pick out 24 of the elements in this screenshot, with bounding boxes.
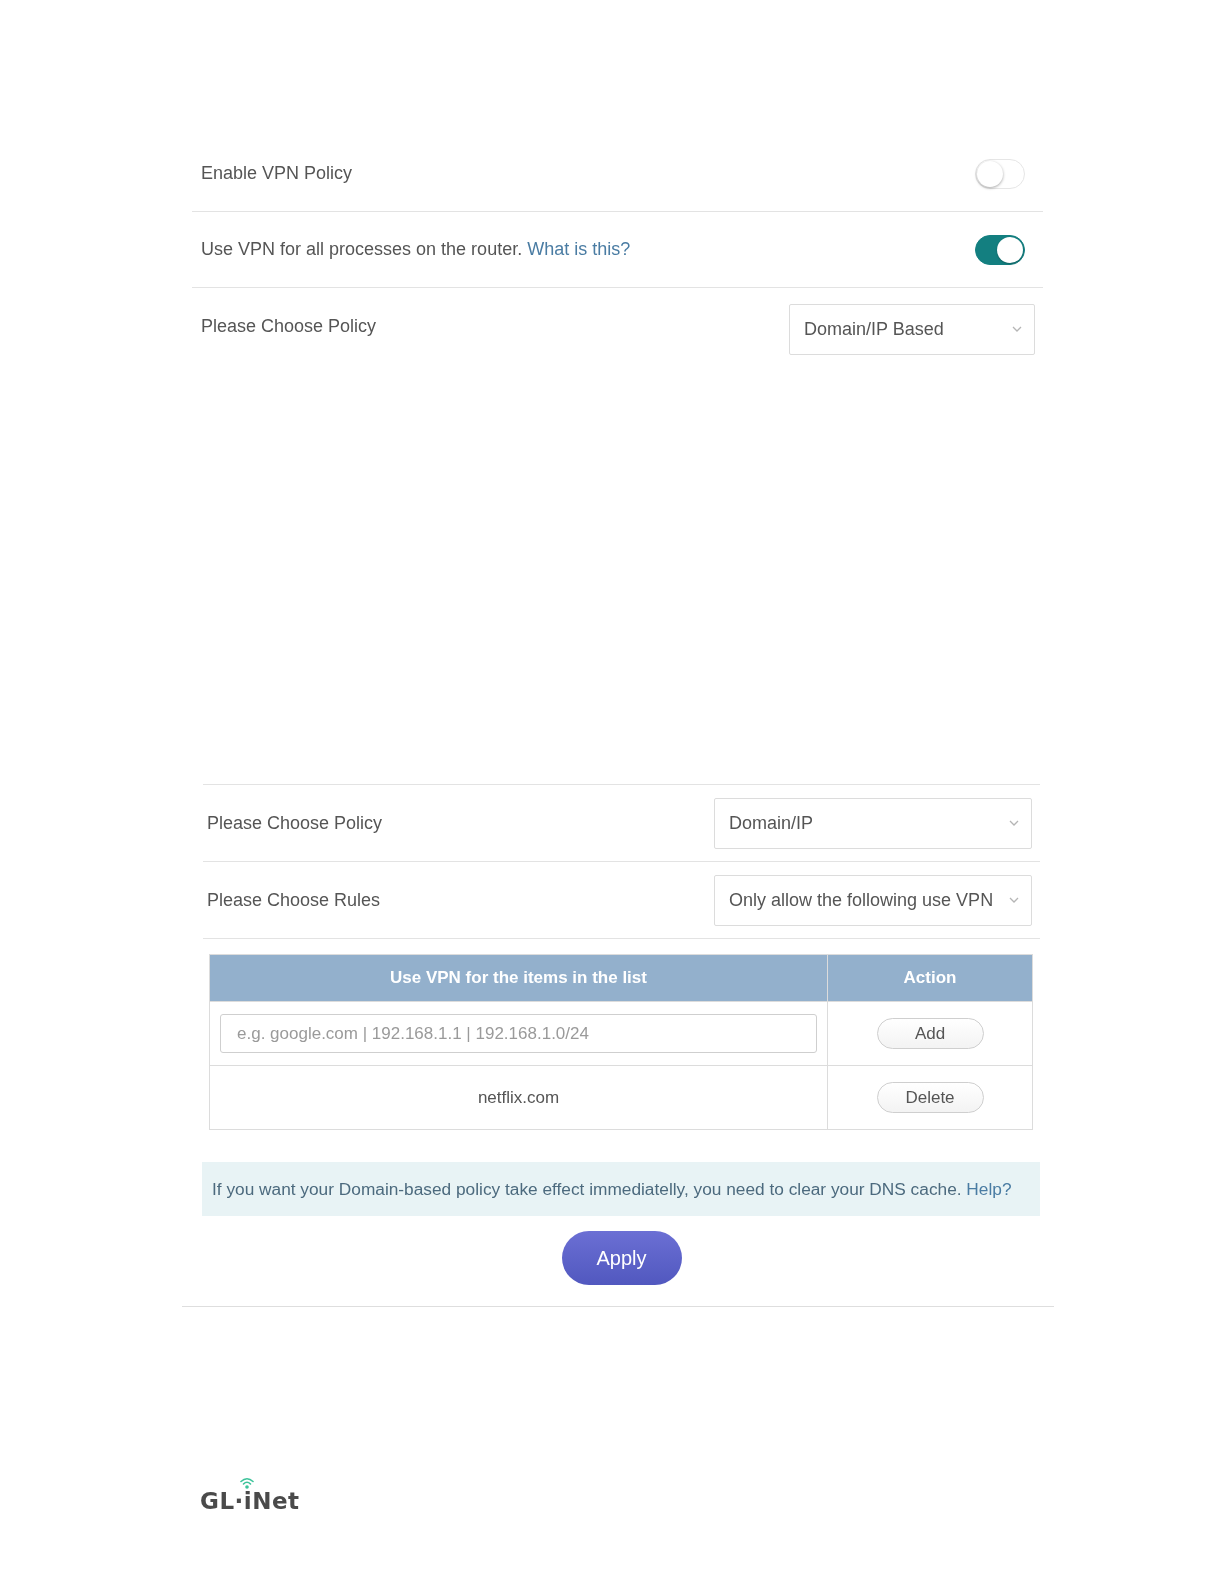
dropdown-select[interactable]: Only allow the following use VPN [714,874,1032,926]
logo-text: GL·iNet [200,1487,300,1515]
add-button[interactable]: Add [876,1018,984,1049]
dropdown-select[interactable]: Domain/IP [714,797,1032,849]
help-link[interactable]: What is this? [527,239,631,259]
setting-label: Use VPN for all processes on the router. What is this? [201,239,631,260]
table-cell: netflix.com [209,1065,828,1130]
chevron-down-icon [1009,820,1019,826]
column-header: Action [827,954,1033,1002]
setting-label: Please Choose Rules [207,889,381,911]
domain-input-field[interactable]: e.g. google.com | 192.168.1.1 | 192.168.1.0/24 [220,1014,817,1053]
toggle-switch[interactable] [975,234,1025,265]
chevron-down-icon [1012,326,1022,332]
chevron-down-icon [1009,897,1019,903]
dropdown-select[interactable]: Domain/IP Based [789,303,1035,355]
setting-label: Please Choose Policy [201,315,377,337]
apply-button[interactable]: Apply [561,1231,682,1285]
wifi-icon [240,1477,254,1489]
column-header: Use VPN for the items in the list [209,954,828,1002]
notice-text: If you want your Domain-based policy take effect immediatelly, you need to clear your DNS cache. Help? [212,1178,1012,1200]
setting-label: Please Choose Policy [207,812,383,834]
delete-button[interactable]: Delete [876,1082,984,1113]
help-link[interactable]: Help? [966,1178,1012,1199]
setting-label: Enable VPN Policy [201,163,353,184]
